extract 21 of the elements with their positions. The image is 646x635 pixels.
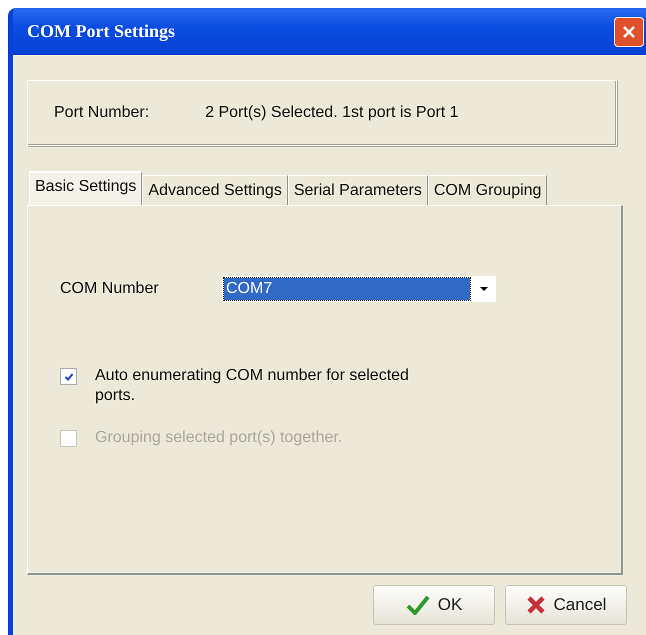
close-button[interactable]: [614, 16, 644, 46]
check-mark-icon: [64, 372, 74, 382]
com-number-value: COM7: [224, 278, 470, 300]
tab[interactable]: COM Grouping: [428, 175, 548, 205]
tab[interactable]: Advanced Settings: [142, 175, 288, 205]
port-number-value: 2 Port(s) Selected. 1st port is Port 1: [205, 104, 459, 122]
checkbox-label: Grouping selected port(s) together.: [95, 428, 344, 448]
ok-button[interactable]: OK: [373, 585, 495, 625]
port-number-label: Port Number:: [54, 104, 150, 122]
check-mark-icon: [406, 595, 430, 615]
tab[interactable]: Basic Settings: [29, 171, 142, 205]
checkbox-label: Auto enumerating COM number for selected ports.: [95, 366, 410, 406]
com-number-label: COM Number: [60, 280, 160, 298]
window-title: COM Port Settings: [27, 21, 175, 42]
tab[interactable]: Serial Parameters: [288, 175, 428, 205]
x-mark-icon: [526, 595, 546, 615]
caret-icon: [480, 287, 488, 291]
cancel-button[interactable]: Cancel: [505, 585, 627, 625]
close-icon: [622, 24, 636, 38]
checkbox[interactable]: [60, 368, 77, 385]
com-number-dropdown[interactable]: COM7: [222, 276, 496, 302]
